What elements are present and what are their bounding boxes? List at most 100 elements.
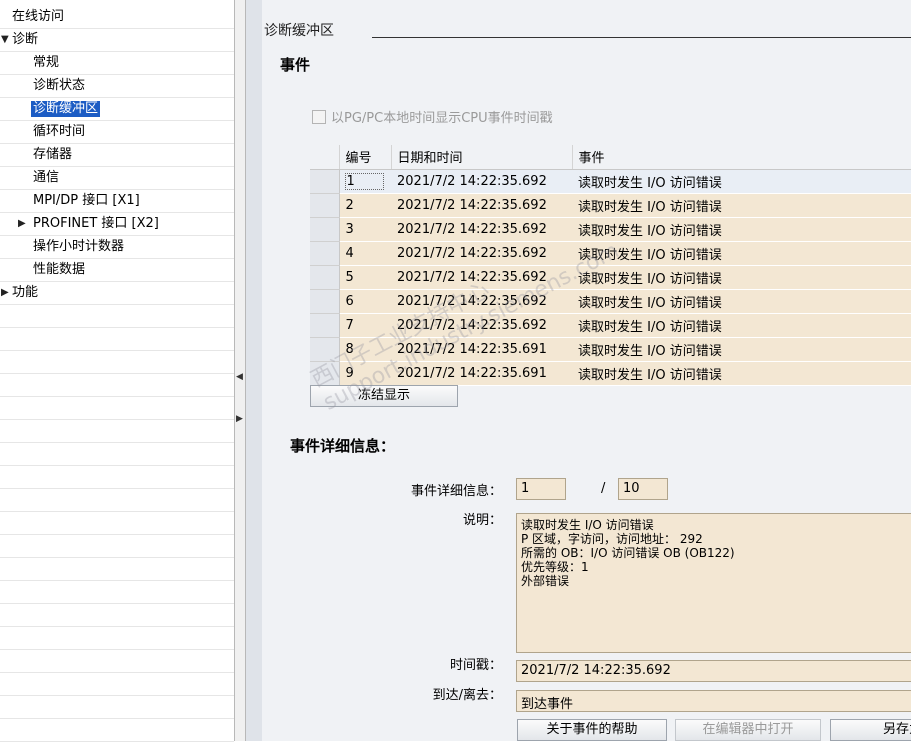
- tree-item-diagnostic-buffer[interactable]: 诊断缓冲区: [0, 98, 234, 121]
- tree-empty-row: [0, 328, 234, 351]
- expand-right-arrow-icon[interactable]: ▶: [236, 414, 243, 424]
- tree-empty-row: [0, 351, 234, 374]
- column-header-datetime[interactable]: 日期和时间: [390, 145, 572, 170]
- row-header[interactable]: [310, 241, 340, 266]
- cell-event: 读取时发生 I/O 访问错误: [572, 241, 911, 266]
- tree-empty-row: [0, 673, 234, 696]
- local-time-checkbox-row[interactable]: 以PG/PC本地时间显示CPU事件时间戳: [312, 107, 553, 126]
- row-header[interactable]: [310, 217, 340, 242]
- tree-item-label: 操作小时计数器: [33, 239, 125, 254]
- table-row[interactable]: 4 2021/7/2 14:22:35.692 读取时发生 I/O 访问错误: [310, 241, 911, 266]
- tree-empty-row: [0, 604, 234, 627]
- row-header[interactable]: [310, 193, 340, 218]
- table-row[interactable]: 2 2021/7/2 14:22:35.692 读取时发生 I/O 访问错误: [310, 193, 911, 218]
- events-heading: 事件: [280, 56, 311, 74]
- column-header-number[interactable]: 编号: [338, 145, 391, 170]
- tree-item-label: 在线访问: [12, 9, 65, 24]
- cell-number: 6: [339, 289, 391, 314]
- description-line: 外部错误: [521, 574, 570, 588]
- description-line: 读取时发生 I/O 访问错误: [521, 518, 654, 532]
- tree-item-label: 通信: [33, 170, 60, 185]
- cell-number: 3: [339, 217, 391, 242]
- tree-empty-row: [0, 489, 234, 512]
- table-row[interactable]: 8 2021/7/2 14:22:35.691 读取时发生 I/O 访问错误: [310, 337, 911, 362]
- tree-item-communication[interactable]: 通信: [0, 167, 234, 190]
- tree-empty-row: [0, 420, 234, 443]
- cell-event: 读取时发生 I/O 访问错误: [572, 217, 911, 242]
- tree-item-profinet[interactable]: ▶ PROFINET 接口 [X2]: [0, 213, 234, 236]
- tree-item-label: 诊断状态: [33, 78, 86, 93]
- table-row[interactable]: 1 2021/7/2 14:22:35.692 读取时发生 I/O 访问错误: [310, 169, 911, 194]
- panel-splitter[interactable]: ◀ ▶: [234, 0, 246, 741]
- arrival-label: 到达/离去：: [432, 688, 502, 703]
- cell-event: 读取时发生 I/O 访问错误: [572, 265, 911, 290]
- row-header[interactable]: [310, 361, 340, 386]
- tree-empty-row: [0, 535, 234, 558]
- tree-item-memory[interactable]: 存储器: [0, 144, 234, 167]
- tree-empty-row: [0, 512, 234, 535]
- cell-datetime: 2021/7/2 14:22:35.692: [391, 169, 572, 194]
- tree-item-general[interactable]: 常规: [0, 52, 234, 75]
- title-separator-line: [372, 37, 911, 38]
- event-help-button[interactable]: 关于事件的帮助: [517, 719, 667, 741]
- row-header[interactable]: [310, 169, 340, 194]
- tree-item-functions[interactable]: ▶ 功能: [0, 282, 234, 305]
- column-header-event[interactable]: 事件: [571, 145, 911, 170]
- collapsed-arrow-icon[interactable]: ▶: [1, 285, 9, 301]
- table-row[interactable]: 5 2021/7/2 14:22:35.692 读取时发生 I/O 访问错误: [310, 265, 911, 290]
- description-line: 所需的 OB：I/O 访问错误 OB (OB122): [521, 546, 735, 560]
- tree-item-label: 循环时间: [33, 124, 86, 139]
- panel-content: 诊断缓冲区 事件 以PG/PC本地时间显示CPU事件时间戳 编号 日期和时间 事…: [262, 0, 911, 741]
- collapse-left-arrow-icon[interactable]: ◀: [236, 372, 243, 382]
- tree-item-performance-data[interactable]: 性能数据: [0, 259, 234, 282]
- cell-event: 读取时发生 I/O 访问错误: [572, 289, 911, 314]
- row-header[interactable]: [310, 265, 340, 290]
- event-table: 编号 日期和时间 事件 1 2021/7/2 14:22:35.692 读取时发…: [310, 145, 911, 386]
- tree-empty-row: [0, 696, 234, 719]
- cell-datetime: 2021/7/2 14:22:35.692: [391, 313, 572, 338]
- row-header[interactable]: [310, 313, 340, 338]
- cell-datetime: 2021/7/2 14:22:35.692: [391, 265, 572, 290]
- freeze-display-button[interactable]: 冻结显示: [310, 385, 458, 407]
- tree-item-diagnostic-status[interactable]: 诊断状态: [0, 75, 234, 98]
- cell-event: 读取时发生 I/O 访问错误: [572, 169, 911, 194]
- table-row[interactable]: 6 2021/7/2 14:22:35.692 读取时发生 I/O 访问错误: [310, 289, 911, 314]
- details-index-field[interactable]: 1: [516, 478, 566, 500]
- tree-item-label: 存储器: [33, 147, 73, 162]
- cell-datetime: 2021/7/2 14:22:35.692: [391, 289, 572, 314]
- description-line: P 区域，字访问，访问地址： 292: [521, 532, 703, 546]
- cell-event: 读取时发生 I/O 访问错误: [572, 193, 911, 218]
- details-index-label: 事件详细信息：: [410, 484, 502, 499]
- collapsed-arrow-icon[interactable]: ▶: [18, 216, 26, 232]
- tree-item-label: 性能数据: [33, 262, 86, 277]
- table-row[interactable]: 9 2021/7/2 14:22:35.691 读取时发生 I/O 访问错误: [310, 361, 911, 386]
- tree-item-online-access[interactable]: 在线访问: [0, 6, 234, 29]
- tree-empty-row: [0, 719, 234, 742]
- arrival-field: 到达事件: [516, 690, 911, 712]
- open-in-editor-button[interactable]: 在编辑器中打开: [675, 719, 821, 741]
- save-as-button[interactable]: 另存为: [830, 719, 911, 741]
- cell-datetime: 2021/7/2 14:22:35.692: [391, 241, 572, 266]
- tree-item-operating-hours[interactable]: 操作小时计数器: [0, 236, 234, 259]
- navigation-tree: 在线访问 ▼ 诊断 常规 诊断状态 诊断缓冲区 循环时间 存储器 通信 MPI/…: [0, 0, 234, 742]
- table-header-row: 编号 日期和时间 事件: [310, 145, 911, 170]
- expanded-arrow-icon[interactable]: ▼: [1, 32, 9, 48]
- tree-item-cycle-time[interactable]: 循环时间: [0, 121, 234, 144]
- tree-item-mpi-dp[interactable]: MPI/DP 接口 [X1]: [0, 190, 234, 213]
- row-header[interactable]: [310, 289, 340, 314]
- cell-number: 5: [339, 265, 391, 290]
- description-box: 读取时发生 I/O 访问错误 P 区域，字访问，访问地址： 292 所需的 OB…: [516, 513, 911, 653]
- tree-empty-row: [0, 558, 234, 581]
- local-time-checkbox[interactable]: [312, 110, 326, 124]
- cell-event: 读取时发生 I/O 访问错误: [572, 361, 911, 386]
- table-row[interactable]: 3 2021/7/2 14:22:35.692 读取时发生 I/O 访问错误: [310, 217, 911, 242]
- tree-item-diagnostics[interactable]: ▼ 诊断: [0, 29, 234, 52]
- cell-number-text: 1: [344, 172, 384, 190]
- table-row[interactable]: 7 2021/7/2 14:22:35.692 读取时发生 I/O 访问错误: [310, 313, 911, 338]
- tree-item-label: MPI/DP 接口 [X1]: [33, 193, 140, 208]
- row-header[interactable]: [310, 337, 340, 362]
- cell-number: 8: [339, 337, 391, 362]
- cell-number: 4: [339, 241, 391, 266]
- tree-item-label: 常规: [33, 55, 60, 70]
- row-header-corner: [310, 145, 339, 170]
